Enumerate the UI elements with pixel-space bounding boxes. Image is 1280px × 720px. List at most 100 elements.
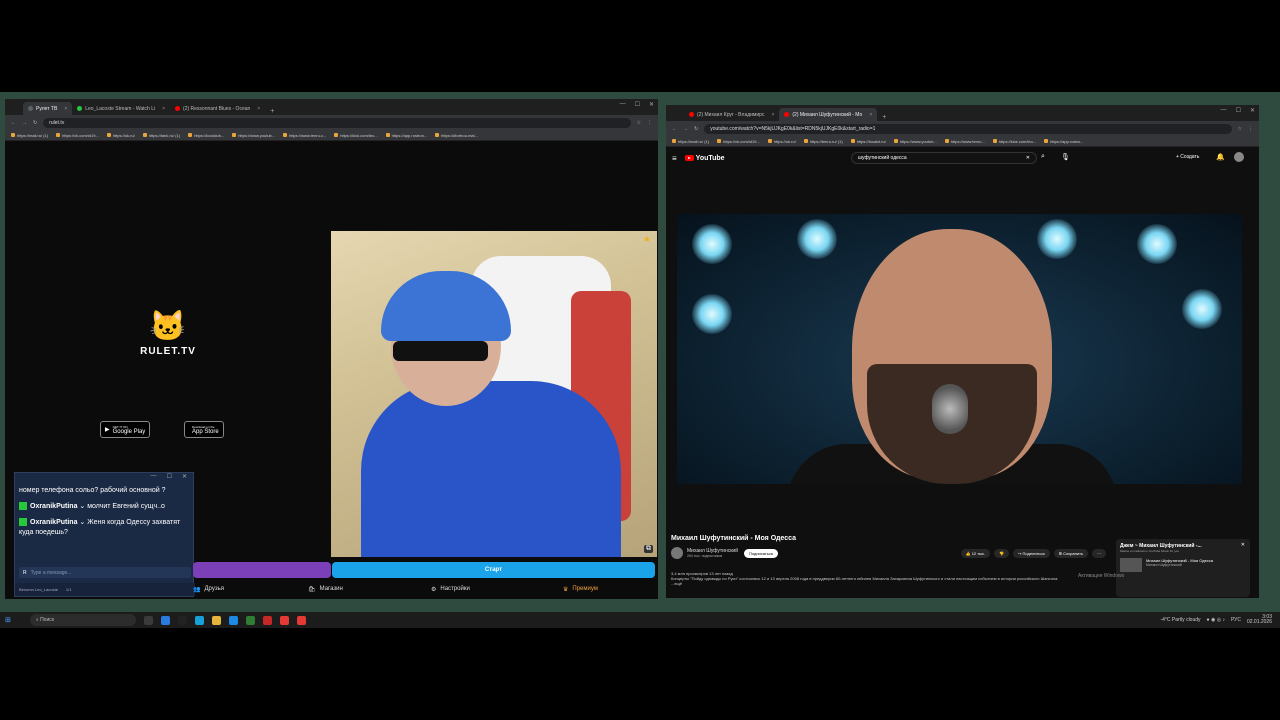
- close-window-icon[interactable]: ✕: [649, 101, 654, 108]
- taskbar-search[interactable]: ⌕ Поиск: [29, 614, 136, 626]
- back-icon[interactable]: ←: [11, 120, 16, 126]
- close-icon[interactable]: ×: [771, 112, 774, 118]
- avatar[interactable]: [1234, 152, 1244, 162]
- bookmark-item[interactable]: https://www.tenru...: [945, 139, 985, 144]
- mix-thumbnail[interactable]: [1120, 558, 1142, 572]
- folder-icon[interactable]: [211, 615, 221, 625]
- bookmark-item[interactable]: https://mail.ru/ (1): [11, 133, 48, 138]
- bookmark-item[interactable]: https://vk.com/id19...: [717, 139, 760, 144]
- bookmark-item[interactable]: https://ok.ru/: [107, 133, 135, 138]
- weather[interactable]: -4°C Partly cloudy: [1160, 617, 1200, 623]
- bookmark-item[interactable]: https://www.youtub...: [232, 133, 275, 138]
- app-icon[interactable]: [160, 615, 170, 625]
- new-tab-button[interactable]: +: [265, 108, 279, 115]
- camera-badge-icon[interactable]: ⧉: [644, 545, 653, 553]
- close-icon[interactable]: ×: [257, 106, 260, 112]
- minimize-icon[interactable]: —: [151, 473, 157, 483]
- bookmark-item[interactable]: https://ok.ru/: [768, 139, 796, 144]
- star-icon[interactable]: ☆: [637, 120, 641, 126]
- chat-user[interactable]: OxranikPutina: [30, 519, 77, 526]
- back-icon[interactable]: ←: [672, 126, 677, 132]
- google-play-button[interactable]: ▶ GET IT ON Google Play: [100, 421, 151, 438]
- nav-shop[interactable]: 🛍 Магазин: [308, 586, 431, 593]
- video-description[interactable]: 3,4 млн просмотров 13 лет назад Концерты…: [671, 571, 1101, 586]
- search-icon[interactable]: ⌕: [1041, 153, 1045, 161]
- youtube-search-input[interactable]: шуфутинский одесса ✕: [851, 152, 1037, 164]
- url-field[interactable]: youtube.com/watch?v=N5kjUJKgE0k&list=RDN…: [704, 123, 1232, 134]
- reload-icon[interactable]: ↻: [33, 120, 37, 126]
- save-button[interactable]: ⊞ Сохранить: [1053, 548, 1088, 558]
- bookmark-item[interactable]: https://kick.com/leo...: [993, 139, 1036, 144]
- bookmark-item[interactable]: https://mail.ru/ (1): [672, 139, 709, 144]
- bookmark-item[interactable]: https://tenru.ru/ (1): [804, 139, 843, 144]
- create-button[interactable]: + Создать: [1176, 154, 1199, 160]
- nav-premium[interactable]: ♛ Премиум: [563, 586, 598, 593]
- edge-icon[interactable]: [194, 615, 204, 625]
- left-tab-2[interactable]: (2) Ressonnant Blues - Ocean ×: [170, 102, 265, 115]
- bookmark-item[interactable]: https://vk.com/id19...: [56, 133, 99, 138]
- app-icon[interactable]: [228, 615, 238, 625]
- bookmark-item[interactable]: https://localzt.ru/: [851, 139, 886, 144]
- close-icon[interactable]: ✕: [182, 473, 187, 483]
- hamburger-icon[interactable]: ≡: [672, 154, 677, 163]
- channel-avatar[interactable]: [671, 547, 683, 559]
- start-button[interactable]: Старт: [332, 562, 655, 578]
- nav-settings[interactable]: ⚙ Настройки: [431, 586, 563, 593]
- bookmark-item[interactable]: https://kick.com/leo...: [334, 133, 377, 138]
- task-view-icon[interactable]: [143, 615, 153, 625]
- left-tab-0[interactable]: Рулет ТВ ×: [23, 102, 73, 115]
- more-button[interactable]: ⋯: [1092, 548, 1106, 558]
- bell-icon[interactable]: 🔔: [1216, 153, 1225, 161]
- bookmark-item[interactable]: https://dtortrou.mal...: [435, 133, 478, 138]
- right-tab-0[interactable]: (2) Михаил Круг - Владимирс ×: [684, 108, 779, 121]
- chat-user[interactable]: OxranikPutina: [30, 503, 77, 510]
- nav-friends[interactable]: 👥 Друзья: [193, 586, 308, 593]
- star-icon[interactable]: ☆: [1238, 126, 1242, 132]
- app-icon[interactable]: [262, 615, 272, 625]
- close-icon[interactable]: ×: [869, 112, 872, 118]
- mic-icon[interactable]: 🎙: [1061, 153, 1070, 161]
- bookmark-item[interactable]: https://tank.ru/ (1): [143, 133, 180, 138]
- new-tab-button[interactable]: +: [877, 114, 891, 121]
- bookmark-item[interactable]: https://app.rostron...: [386, 133, 428, 138]
- forward-icon[interactable]: →: [22, 120, 27, 126]
- maximize-icon[interactable]: ☐: [167, 473, 172, 483]
- left-tab-1[interactable]: Leo_Lacoste Stream - Watch Li ×: [72, 102, 170, 115]
- tray-icons[interactable]: ● ◉ ◎ ♪: [1207, 617, 1225, 623]
- windows-start-icon[interactable]: ⊞: [5, 616, 11, 624]
- maximize-icon[interactable]: ☐: [635, 101, 640, 108]
- close-icon[interactable]: ×: [162, 106, 165, 112]
- chrome-icon[interactable]: [279, 615, 289, 625]
- bookmark-item[interactable]: https://www.tenru.c...: [283, 133, 326, 138]
- youtube-logo[interactable]: YouTube: [684, 155, 725, 162]
- subscribe-button[interactable]: Подписаться: [743, 548, 778, 558]
- purple-bar[interactable]: [193, 562, 331, 578]
- minimize-icon[interactable]: —: [620, 101, 626, 108]
- maximize-icon[interactable]: ☐: [1236, 107, 1241, 114]
- close-icon[interactable]: ×: [64, 106, 67, 112]
- app-icon[interactable]: [177, 615, 187, 625]
- reload-icon[interactable]: ↻: [694, 126, 698, 132]
- video-player[interactable]: [677, 214, 1242, 484]
- favorite-star-icon[interactable]: ★: [643, 234, 651, 245]
- bookmark-item[interactable]: https://koolclub...: [188, 133, 224, 138]
- description-more[interactable]: ...ещё: [671, 581, 1101, 586]
- dislike-button[interactable]: 👎: [994, 548, 1010, 558]
- menu-icon[interactable]: ⋮: [1248, 126, 1253, 132]
- right-tab-1[interactable]: (2) Михаил Шуфутинский - Мо ×: [779, 108, 878, 121]
- like-button[interactable]: 👍 12 тыс.: [960, 548, 991, 558]
- app-icon[interactable]: [245, 615, 255, 625]
- chrome-icon[interactable]: [296, 615, 306, 625]
- share-button[interactable]: ↪ Поделиться: [1013, 548, 1050, 558]
- menu-icon[interactable]: ⋮: [647, 120, 652, 126]
- close-window-icon[interactable]: ✕: [1250, 107, 1255, 114]
- language[interactable]: РУС: [1231, 617, 1241, 623]
- bookmark-item[interactable]: https://app.rostro...: [1044, 139, 1083, 144]
- url-field[interactable]: rulet.tv: [43, 117, 631, 128]
- forward-icon[interactable]: →: [683, 126, 688, 132]
- close-icon[interactable]: ✕: [1241, 542, 1245, 548]
- clear-icon[interactable]: ✕: [1026, 155, 1030, 161]
- chat-input[interactable]: R Type a message...: [19, 567, 191, 578]
- app-store-button[interactable]: Download on the App Store: [184, 421, 224, 438]
- bookmark-item[interactable]: https://www.youtub...: [894, 139, 937, 144]
